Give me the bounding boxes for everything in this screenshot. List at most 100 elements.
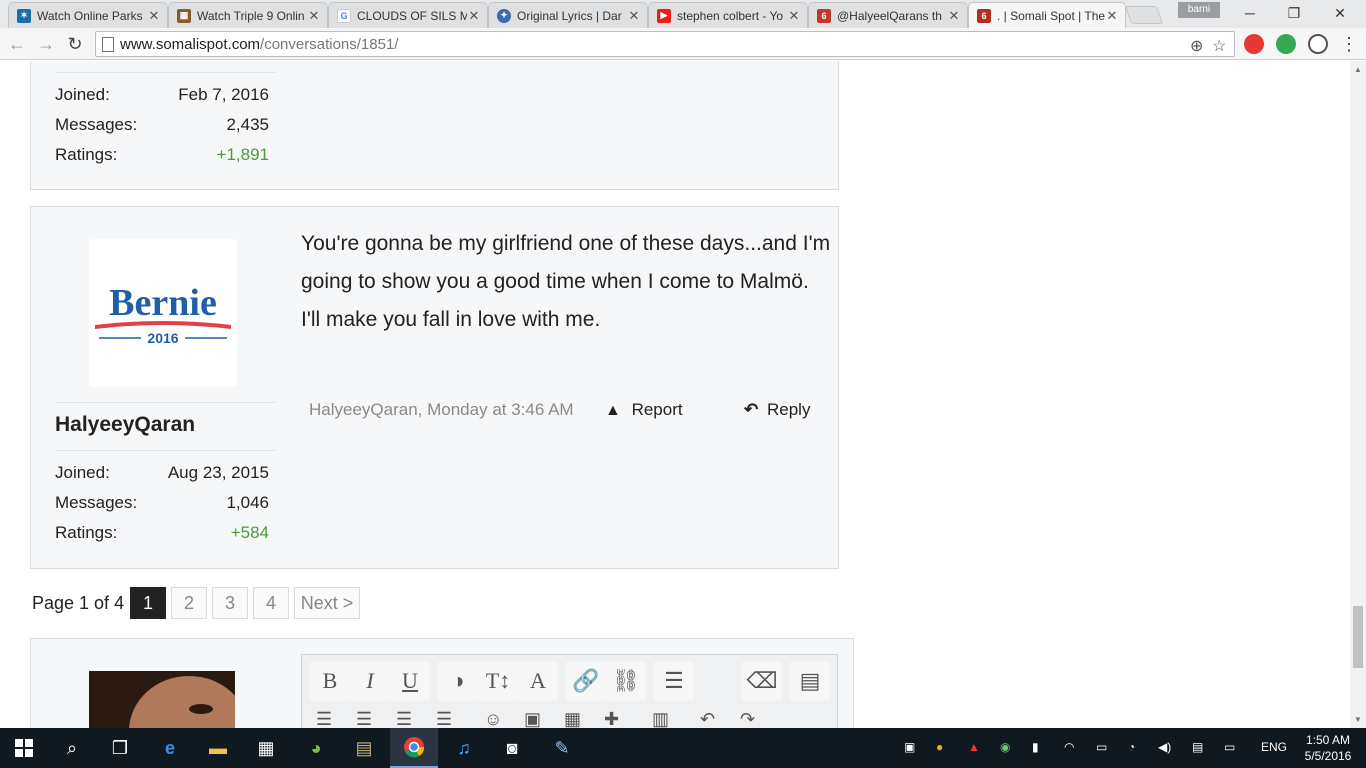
opera-extension-icon[interactable] bbox=[1244, 34, 1264, 54]
store-icon[interactable]: ▦ bbox=[242, 728, 290, 768]
close-window-icon[interactable]: ✕ bbox=[1320, 2, 1360, 24]
joined-row: Joined: Aug 23, 2015 bbox=[55, 463, 269, 482]
scroll-down-icon[interactable]: ▼ bbox=[1354, 715, 1362, 724]
indent-icon[interactable]: ☰ bbox=[436, 709, 452, 728]
divider bbox=[55, 402, 277, 403]
battery-icon[interactable]: ▭ bbox=[1096, 740, 1107, 754]
paint-icon[interactable]: ✎ bbox=[538, 728, 586, 768]
page-content: Joined: Feb 7, 2016 Messages: 2,435 Rating… bbox=[0, 61, 1350, 728]
app-icon[interactable]: ◕ bbox=[292, 728, 340, 768]
restore-icon[interactable]: ❐ bbox=[1274, 2, 1314, 24]
forward-icon[interactable]: → bbox=[35, 33, 57, 55]
italic-button[interactable]: I bbox=[350, 661, 390, 701]
browser-tab[interactable]: ✶ Watch Online Parks ✕ bbox=[8, 2, 168, 28]
back-icon[interactable]: ← bbox=[6, 33, 28, 55]
underline-button[interactable]: U bbox=[390, 661, 430, 701]
message-text: You're gonna be my girlfriend one of the… bbox=[301, 232, 831, 331]
link-icon[interactable]: 🔗 bbox=[566, 661, 606, 701]
browser-tab[interactable]: G CLOUDS OF SILS M ✕ bbox=[328, 2, 488, 28]
reply-button[interactable]: ↶ Reply bbox=[744, 400, 810, 420]
volume-icon[interactable]: ◀) bbox=[1158, 740, 1171, 754]
browser-tab[interactable]: ▦ Watch Triple 9 Onlin ✕ bbox=[168, 2, 328, 28]
toggle-bbcode-icon[interactable]: ▤ bbox=[790, 661, 830, 701]
headset-icon[interactable]: ◠ bbox=[1064, 740, 1074, 754]
remove-format-icon[interactable]: ⌫ bbox=[742, 661, 782, 701]
chrome-icon[interactable] bbox=[390, 728, 438, 768]
new-tab-button[interactable] bbox=[1124, 6, 1164, 24]
text-color-icon[interactable]: ◑ bbox=[438, 661, 478, 701]
tab-close-icon[interactable]: ✕ bbox=[627, 8, 641, 24]
insert-icon[interactable]: ✚ bbox=[604, 709, 619, 728]
avatar[interactable] bbox=[89, 671, 235, 728]
language-indicator[interactable]: ENG bbox=[1261, 740, 1287, 754]
itunes-icon[interactable]: ♫ bbox=[440, 728, 488, 768]
page-link-current[interactable]: 1 bbox=[130, 587, 166, 619]
page-icon bbox=[102, 37, 114, 52]
profile-button[interactable]: barni bbox=[1178, 2, 1220, 18]
scroll-up-icon[interactable]: ▲ bbox=[1354, 65, 1362, 74]
page-scrollbar[interactable]: ▲ ▼ bbox=[1350, 61, 1366, 728]
redo-icon[interactable]: ↷ bbox=[740, 709, 755, 728]
ordered-list-icon[interactable]: ☰ bbox=[356, 709, 372, 728]
headphones-app-icon[interactable]: ◙ bbox=[488, 728, 536, 768]
scrollbar-thumb[interactable] bbox=[1353, 606, 1363, 668]
outdent-icon[interactable]: ☰ bbox=[396, 709, 412, 728]
tray-app-icon[interactable]: ● bbox=[936, 740, 943, 754]
windows-start-icon[interactable] bbox=[0, 728, 48, 768]
zoom-icon[interactable]: ⊕ bbox=[1190, 36, 1203, 56]
undo-icon[interactable]: ↶ bbox=[700, 709, 715, 728]
browser-tab[interactable]: ✦ Original Lyrics | Dar ✕ bbox=[488, 2, 648, 28]
list-icon[interactable]: ☰ bbox=[316, 709, 332, 728]
bold-button[interactable]: B bbox=[310, 661, 350, 701]
task-view-icon[interactable]: ❐ bbox=[96, 728, 144, 768]
tab-close-icon[interactable]: ✕ bbox=[467, 8, 481, 24]
page-link[interactable]: 2 bbox=[171, 587, 207, 619]
tray-app-icon[interactable]: ◉ bbox=[1000, 740, 1010, 754]
minimize-icon[interactable]: ─ bbox=[1230, 2, 1270, 24]
url-text: www.somalispot.com/conversations/1851/ bbox=[120, 36, 399, 53]
usb-icon[interactable]: ▮ bbox=[1032, 740, 1039, 754]
tab-close-icon[interactable]: ✕ bbox=[1105, 8, 1119, 24]
next-page-link[interactable]: Next > bbox=[294, 587, 360, 619]
tab-close-icon[interactable]: ✕ bbox=[147, 8, 161, 24]
unlink-icon[interactable]: ⛓ bbox=[606, 661, 646, 701]
username[interactable]: HalyeeyQaran bbox=[55, 413, 195, 437]
media-icon[interactable]: ▦ bbox=[564, 709, 581, 728]
action-center-icon[interactable]: ▤ bbox=[1192, 740, 1203, 754]
message-author-time[interactable]: HalyeeyQaran, Monday at 3:46 AM bbox=[309, 400, 574, 420]
browser-tab-active[interactable]: 6 . | Somali Spot | The ✕ bbox=[968, 2, 1126, 28]
align-icon[interactable]: ☰ bbox=[654, 661, 694, 701]
tab-title: @HalyeelQarans th bbox=[837, 8, 942, 23]
reload-icon[interactable]: ↻ bbox=[64, 33, 86, 55]
report-button[interactable]: ▲ Report bbox=[605, 400, 683, 420]
smilie-icon[interactable]: ☺ bbox=[484, 709, 502, 728]
notes-app-icon[interactable]: ▤ bbox=[340, 728, 388, 768]
grammarly-extension-icon[interactable] bbox=[1276, 34, 1296, 54]
search-icon[interactable]: ⌕ bbox=[48, 728, 96, 768]
tab-close-icon[interactable]: ✕ bbox=[787, 8, 801, 24]
font-family-icon[interactable]: A bbox=[518, 661, 558, 701]
avatar[interactable]: Bernie 2016 bbox=[89, 239, 237, 387]
menu-icon[interactable]: ⋮ bbox=[1338, 33, 1360, 55]
browser-tab[interactable]: 6 @HalyeelQarans th ✕ bbox=[808, 2, 968, 28]
bookmark-star-icon[interactable]: ☆ bbox=[1212, 36, 1226, 56]
sync-extension-icon[interactable] bbox=[1308, 34, 1328, 54]
draft-icon[interactable]: ▥ bbox=[652, 709, 669, 728]
address-bar[interactable]: www.somalispot.com/conversations/1851/ ⊕… bbox=[95, 31, 1235, 57]
browser-tab[interactable]: ▶ stephen colbert - Yo ✕ bbox=[648, 2, 808, 28]
wifi-icon[interactable]: ◔ bbox=[1128, 740, 1135, 754]
image-icon[interactable]: ▣ bbox=[524, 709, 541, 728]
clock[interactable]: 1:50 AM 5/5/2016 bbox=[1300, 732, 1356, 764]
keyboard-icon[interactable]: ▭ bbox=[1224, 740, 1235, 754]
file-explorer-icon[interactable]: ▬ bbox=[194, 728, 242, 768]
tab-close-icon[interactable]: ✕ bbox=[947, 8, 961, 24]
reply-editor[interactable]: B I U ◑ T↕ A 🔗 ⛓ ☰ ⌫ ▤ ☰ ☰ ☰ ☰ ☺ ▣ ▦ ✚ ▥… bbox=[301, 654, 838, 728]
page-link[interactable]: 3 bbox=[212, 587, 248, 619]
edge-icon[interactable]: e bbox=[146, 728, 194, 768]
acrobat-icon[interactable]: ▲ bbox=[968, 740, 980, 754]
tray-app-icon[interactable]: ▣ bbox=[904, 740, 915, 754]
page-link[interactable]: 4 bbox=[253, 587, 289, 619]
tab-close-icon[interactable]: ✕ bbox=[307, 8, 321, 24]
font-size-icon[interactable]: T↕ bbox=[478, 661, 518, 701]
tab-favicon-icon: 6 bbox=[817, 8, 831, 23]
